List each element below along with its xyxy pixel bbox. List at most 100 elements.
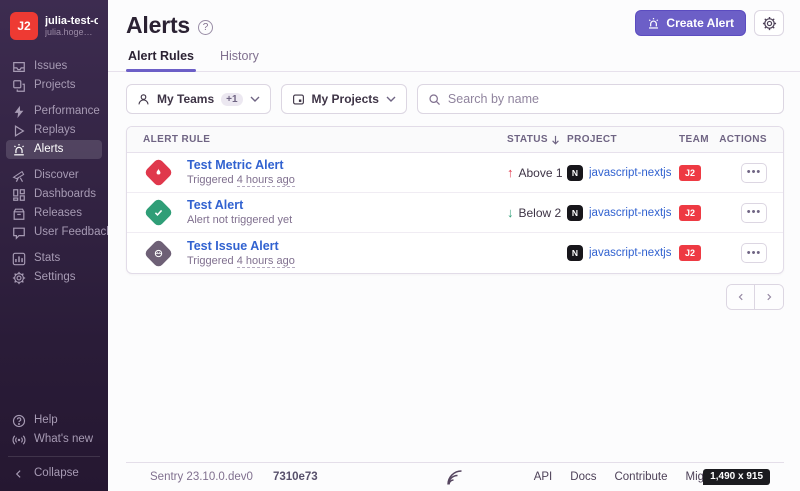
alert-ok-icon	[143, 198, 173, 228]
create-alert-button[interactable]: Create Alert	[635, 10, 746, 36]
build-hash[interactable]: 7310e73	[273, 471, 318, 483]
sidebar-item-stats[interactable]: Stats	[6, 249, 102, 268]
dashboards-icon	[12, 188, 26, 202]
sidebar-item-discover[interactable]: Discover	[6, 166, 102, 185]
search-box	[417, 84, 784, 114]
alert-rule-link[interactable]: Test Alert	[187, 198, 292, 213]
collapse-chevron-icon	[12, 467, 26, 481]
pagination-previous-button[interactable]	[727, 285, 755, 309]
releases-icon	[12, 207, 26, 221]
nextjs-project-icon: N	[567, 165, 583, 181]
sort-arrow-down-icon	[551, 135, 560, 145]
pagination	[126, 284, 784, 310]
org-avatar: J2	[10, 12, 38, 40]
sidebar-item-settings[interactable]: Settings	[6, 268, 102, 287]
page-header: Alerts ? Create Alert	[108, 0, 800, 39]
footer-link-contribute[interactable]: Contribute	[614, 471, 667, 483]
ellipsis-icon: •••	[747, 207, 762, 218]
issues-icon	[12, 60, 26, 74]
search-input[interactable]	[448, 92, 773, 106]
performance-icon	[12, 105, 26, 119]
title-help-icon[interactable]: ?	[198, 20, 213, 35]
settings-gear-icon	[12, 271, 26, 285]
team-badge[interactable]: J2	[679, 245, 701, 261]
project-link[interactable]: javascript-nextjs	[589, 167, 671, 179]
sidebar-collapse-button[interactable]: Collapse	[6, 464, 102, 483]
chevron-down-icon	[250, 96, 260, 102]
ellipsis-icon: •••	[747, 167, 762, 178]
nextjs-project-icon: N	[567, 245, 583, 261]
relative-time[interactable]: 4 hours ago	[237, 174, 295, 187]
project-link[interactable]: javascript-nextjs	[589, 207, 671, 219]
alert-rule-row: Test Issue Alert Triggered 4 hours ago N…	[127, 233, 783, 273]
row-actions-button[interactable]: •••	[741, 243, 767, 263]
org-name: julia-test-org-2 …	[45, 15, 98, 27]
main-content: Alerts ? Create Alert Alert Rules Histor…	[108, 0, 800, 491]
sidebar-item-replays[interactable]: Replays	[6, 121, 102, 140]
column-header-project: Project	[567, 134, 679, 145]
column-header-status[interactable]: Status	[507, 134, 567, 145]
issue-alert-icon	[143, 238, 173, 268]
sidebar-item-alerts[interactable]: Alerts	[6, 140, 102, 159]
table-header-row: Alert Rule Status Project Team Actions	[127, 127, 783, 153]
row-actions-button[interactable]: •••	[741, 163, 767, 183]
alerts-siren-icon	[12, 143, 26, 157]
arrow-up-icon: ↑	[507, 165, 514, 180]
column-header-team: Team	[679, 134, 721, 145]
project-icon	[292, 93, 305, 106]
page-footer: Sentry 23.10.0.dev0 7310e73 API Docs Con…	[126, 462, 784, 491]
siren-icon	[647, 17, 660, 30]
sidebar-item-projects[interactable]: Projects	[6, 76, 102, 95]
team-badge[interactable]: J2	[679, 205, 701, 221]
teams-extra-count-badge: +1	[221, 93, 242, 106]
tab-bar: Alert Rules History	[108, 49, 800, 72]
alert-rule-link[interactable]: Test Metric Alert	[187, 158, 295, 173]
discover-icon	[12, 169, 26, 183]
relative-time[interactable]: 4 hours ago	[237, 255, 295, 268]
page-title: Alerts	[126, 12, 190, 39]
person-icon	[137, 93, 150, 106]
alert-rules-table: Alert Rule Status Project Team Actions T…	[126, 126, 784, 274]
gear-icon	[762, 16, 777, 31]
replays-icon	[12, 124, 26, 138]
chevron-down-icon	[386, 96, 396, 102]
pagination-next-button[interactable]	[755, 285, 783, 309]
sidebar-item-dashboards[interactable]: Dashboards	[6, 185, 102, 204]
resolution-overlay-badge: 1,490 x 915	[703, 469, 770, 485]
row-actions-button[interactable]: •••	[741, 203, 767, 223]
footer-link-api[interactable]: API	[534, 471, 553, 483]
whats-new-icon	[12, 433, 26, 447]
sidebar-item-issues[interactable]: Issues	[6, 57, 102, 76]
sidebar-item-performance[interactable]: Performance	[6, 102, 102, 121]
sidebar-item-user-feedback[interactable]: User Feedback	[6, 223, 102, 242]
metric-alert-critical-icon	[143, 158, 173, 188]
arrow-down-icon: ↓	[507, 205, 514, 220]
footer-link-docs[interactable]: Docs	[570, 471, 596, 483]
column-header-alert-rule: Alert Rule	[143, 134, 507, 145]
projects-filter-dropdown[interactable]: My Projects	[281, 84, 407, 114]
tab-history[interactable]: History	[218, 49, 261, 71]
sidebar-item-whats-new[interactable]: What's new	[6, 430, 102, 449]
alert-rule-row: Test Metric Alert Triggered 4 hours ago …	[127, 153, 783, 193]
sentry-logo-icon	[445, 468, 465, 486]
sidebar: J2 julia-test-org-2 … julia.hoge@sentry.…	[0, 0, 108, 491]
alerts-settings-gear-button[interactable]	[754, 10, 784, 36]
user-feedback-icon	[12, 226, 26, 240]
ellipsis-icon: •••	[747, 248, 762, 259]
stats-icon	[12, 252, 26, 266]
help-icon	[12, 414, 26, 428]
filter-bar: My Teams +1 My Projects	[126, 84, 784, 114]
search-icon	[428, 93, 441, 106]
projects-icon	[12, 79, 26, 93]
project-link[interactable]: javascript-nextjs	[589, 247, 671, 259]
org-email: julia.hoge@sentry.io	[45, 27, 98, 37]
teams-filter-dropdown[interactable]: My Teams +1	[126, 84, 271, 114]
sidebar-item-releases[interactable]: Releases	[6, 204, 102, 223]
team-badge[interactable]: J2	[679, 165, 701, 181]
org-switcher[interactable]: J2 julia-test-org-2 … julia.hoge@sentry.…	[0, 8, 108, 50]
alert-rule-link[interactable]: Test Issue Alert	[187, 239, 295, 254]
sidebar-item-help[interactable]: Help	[6, 411, 102, 430]
column-header-actions: Actions	[721, 134, 767, 145]
tab-alert-rules[interactable]: Alert Rules	[126, 49, 196, 71]
sentry-version: Sentry 23.10.0.dev0	[150, 471, 253, 483]
